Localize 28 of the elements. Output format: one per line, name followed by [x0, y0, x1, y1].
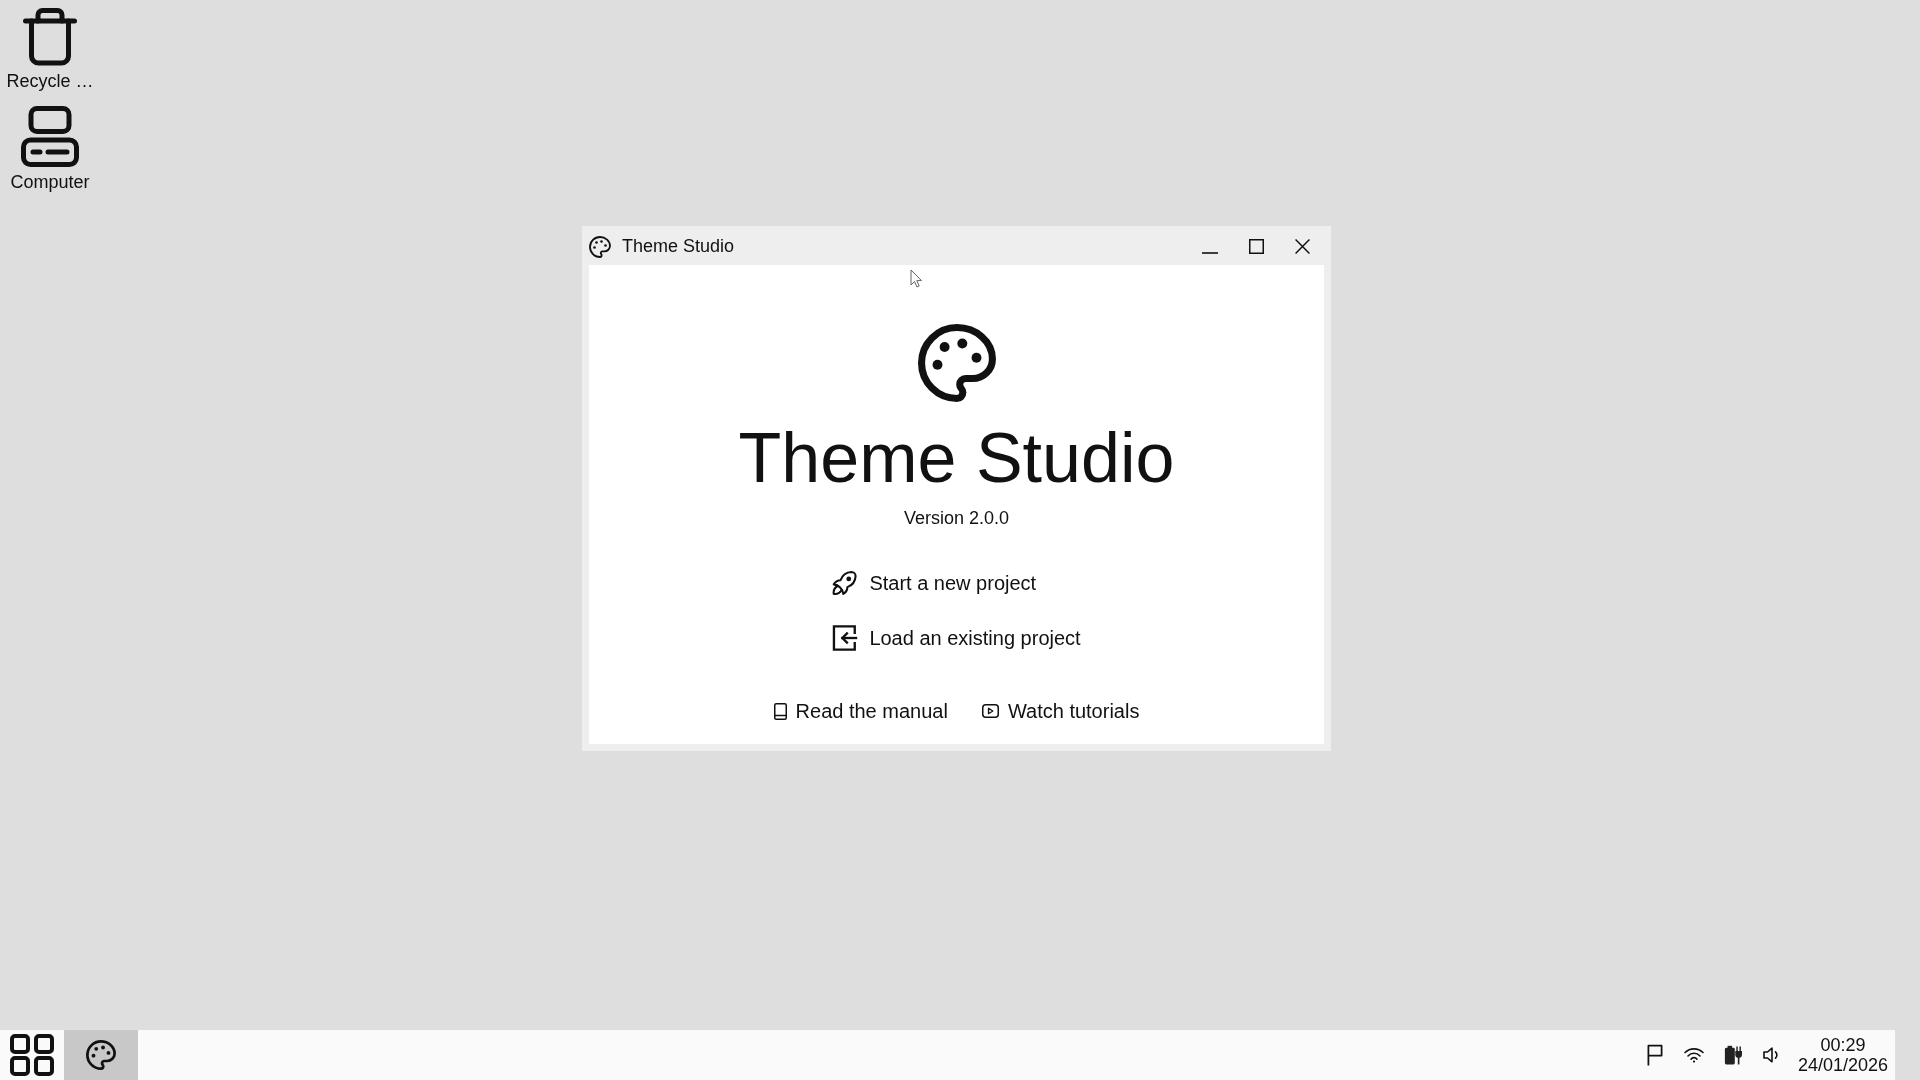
- computer-icon: [21, 106, 79, 167]
- clock-time: 00:29: [1820, 1035, 1866, 1055]
- book-icon: [773, 702, 787, 720]
- wifi-icon[interactable]: [1683, 1047, 1704, 1063]
- window-title: Theme Studio: [622, 236, 735, 257]
- clock-date: 24/01/2026: [1797, 1055, 1888, 1075]
- new-project-link[interactable]: Start a new project: [832, 563, 1037, 603]
- tutorials-link[interactable]: Watch tutorials: [981, 696, 1140, 726]
- grid-icon: [10, 1034, 54, 1076]
- close-icon: [1294, 239, 1310, 254]
- palette-icon: [917, 324, 996, 402]
- trash-icon: [23, 8, 77, 66]
- video-play-icon: [981, 704, 999, 718]
- app-title: Theme Studio: [738, 423, 1175, 493]
- rocket-icon: [832, 570, 859, 596]
- load-project-link[interactable]: Load an existing project: [832, 618, 1081, 658]
- battery-plug-icon[interactable]: [1723, 1044, 1742, 1066]
- palette-icon: [86, 1040, 116, 1070]
- desktop-shortcut[interactable]: Computer: [0, 106, 100, 193]
- flag-icon[interactable]: [1645, 1044, 1664, 1066]
- version-text: Version 2.0.0: [903, 508, 1010, 529]
- mouse-pointer-icon: [910, 269, 922, 288]
- palette-icon: [589, 235, 611, 258]
- minimize-icon: [1202, 251, 1218, 254]
- taskbar-app-button[interactable]: [64, 1030, 138, 1080]
- desktop-shortcut[interactable]: Recycle …: [0, 8, 100, 92]
- manual-link[interactable]: Read the manual: [773, 696, 948, 726]
- maximize-icon: [1248, 239, 1264, 254]
